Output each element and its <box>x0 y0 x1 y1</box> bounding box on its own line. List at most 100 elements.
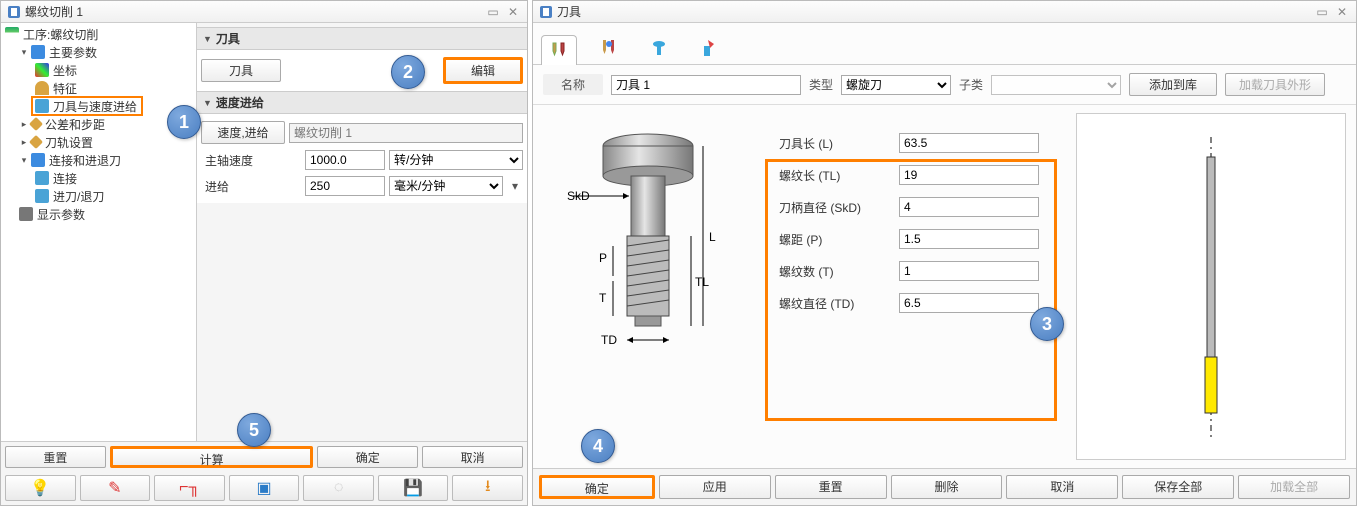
left-footer: 重置 计算 确定 取消 💡 ✎ ⌐╖ ▣ ◌ 💾 ⭳ <box>1 441 527 505</box>
right-title: 刀具 <box>557 3 581 20</box>
param-SkD-label: 刀柄直径 (SkD) <box>779 199 899 216</box>
param-TL-input[interactable] <box>899 165 1039 185</box>
apply-button[interactable]: 应用 <box>659 475 771 499</box>
tree-connect-inout[interactable]: ▾ 连接和进退刀 <box>1 151 196 169</box>
chevron-down-icon[interactable]: ▾ <box>19 155 29 165</box>
tree-toolpath-setup[interactable]: ▸ 刀轨设置 <box>1 133 196 151</box>
dim-L: L <box>709 230 716 244</box>
speedfeed-button[interactable]: 速度,进给 <box>201 121 285 144</box>
load-all-button: 加载全部 <box>1238 475 1350 499</box>
reset-button[interactable]: 重置 <box>775 475 887 499</box>
right-footer: 确定 应用 重置 删除 取消 保存全部 加载全部 <box>533 468 1356 505</box>
tab-assembly[interactable] <box>691 34 727 64</box>
tab-holder[interactable] <box>591 34 627 64</box>
param-P-input[interactable] <box>899 229 1039 249</box>
tab-head[interactable] <box>641 34 677 64</box>
dropdown-btn-icon[interactable]: ▾ <box>507 179 523 193</box>
tree-coord[interactable]: 坐标 <box>1 61 196 79</box>
operation-panel: 螺纹切削 1 ▭ ✕ 工序:螺纹切削 ▾ 主要参数 坐标 特征 <box>0 0 528 506</box>
load-shape-button: 加载刀具外形 <box>1225 73 1325 96</box>
folder-icon <box>31 153 45 167</box>
minimize-icon[interactable]: ▭ <box>1314 5 1330 19</box>
ok-button[interactable]: 确定 <box>539 475 655 499</box>
speedfeed-value <box>289 123 523 143</box>
tool-panel: 刀具 ▭ ✕ 名称 类型 螺旋刀 子类 添加到库 加载刀具外形 <box>532 0 1357 506</box>
chevron-right-icon[interactable]: ▸ <box>19 119 29 129</box>
param-T-input[interactable] <box>899 261 1039 281</box>
tool-preview <box>1076 113 1346 460</box>
delete-button[interactable]: 删除 <box>891 475 1003 499</box>
left-titlebar: 螺纹切削 1 ▭ ✕ <box>1 1 527 23</box>
dim-SkD: SkD <box>567 189 590 203</box>
spindle-unit-select[interactable]: 转/分钟 <box>389 150 523 170</box>
param-TD-input[interactable] <box>899 293 1039 313</box>
calculate-button[interactable]: 计算 <box>110 446 314 468</box>
close-icon[interactable]: ✕ <box>1334 5 1350 19</box>
param-TL-label: 螺纹长 (TL) <box>779 167 899 184</box>
tree-connect[interactable]: 连接 <box>1 169 196 187</box>
section-speedfeed[interactable]: 速度进给 <box>197 91 527 114</box>
feed-label: 进给 <box>201 178 301 195</box>
reset-button[interactable]: 重置 <box>5 446 106 468</box>
toolpath-red-icon[interactable]: ⌐╖ <box>154 475 225 501</box>
feature-icon <box>35 81 49 95</box>
doc-icon <box>5 27 19 41</box>
section-tool[interactable]: 刀具 <box>197 27 527 50</box>
chevron-down-icon[interactable]: ▾ <box>19 47 29 57</box>
tree-display-params[interactable]: 显示参数 <box>1 205 196 223</box>
callout-1: 1 <box>167 105 201 139</box>
dim-TL: TL <box>695 275 709 289</box>
dim-TD: TD <box>601 333 617 347</box>
tree-root[interactable]: 工序:螺纹切削 <box>1 25 196 43</box>
sim-icon[interactable]: ▣ <box>229 475 300 501</box>
dim-P: P <box>599 251 607 265</box>
param-SkD-input[interactable] <box>899 197 1039 217</box>
edit-note-icon[interactable]: ✎ <box>80 475 151 501</box>
hint-icon[interactable]: 💡 <box>5 475 76 501</box>
disabled-icon-1: ◌ <box>303 475 374 501</box>
callout-3: 3 <box>1030 307 1064 341</box>
minimize-icon[interactable]: ▭ <box>485 5 501 19</box>
tree-tool-speed-feed[interactable]: 刀具与速度进给 <box>27 97 192 115</box>
cancel-button[interactable]: 取消 <box>422 446 523 468</box>
spindle-input[interactable] <box>305 150 385 170</box>
close-icon[interactable]: ✕ <box>505 5 521 19</box>
link-icon <box>35 171 49 185</box>
tool-type-select[interactable]: 螺旋刀 <box>841 75 951 95</box>
tool-subtype-select <box>991 75 1121 95</box>
thread-op-icon <box>7 5 21 19</box>
ok-button[interactable]: 确定 <box>317 446 418 468</box>
tree-main-params[interactable]: ▾ 主要参数 <box>1 43 196 61</box>
param-L-label: 刀具长 (L) <box>779 135 899 152</box>
tree-feature[interactable]: 特征 <box>1 79 196 97</box>
diamond-icon <box>29 135 43 149</box>
save-icon[interactable]: 💾 <box>378 475 449 501</box>
feed-unit-select[interactable]: 毫米/分钟 <box>389 176 503 196</box>
export-icon[interactable]: ⭳ <box>452 475 523 501</box>
edit-button[interactable]: 编辑 <box>443 57 523 84</box>
tool-name-input[interactable] <box>611 75 801 95</box>
dim-T: T <box>599 291 607 305</box>
tree-in-out[interactable]: 进刀/退刀 <box>1 187 196 205</box>
name-label: 名称 <box>543 74 603 95</box>
operation-tree: 工序:螺纹切削 ▾ 主要参数 坐标 特征 刀具与速度进给 <box>1 23 197 441</box>
tool-params: 刀具长 (L) 螺纹长 (TL) 刀柄直径 (SkD) 螺距 (P) 螺纹数 (… <box>779 113 1070 460</box>
speedfeed-icon <box>35 99 49 113</box>
param-P-label: 螺距 (P) <box>779 231 899 248</box>
spindle-label: 主轴速度 <box>201 152 301 169</box>
callout-5: 5 <box>237 413 271 447</box>
subtype-label: 子类 <box>959 76 983 93</box>
tool-pair-icon <box>549 41 569 61</box>
save-all-button[interactable]: 保存全部 <box>1122 475 1234 499</box>
type-label: 类型 <box>809 76 833 93</box>
param-L-input[interactable] <box>899 133 1039 153</box>
feed-input[interactable] <box>305 176 385 196</box>
chevron-right-icon[interactable]: ▸ <box>19 137 29 147</box>
callout-2: 2 <box>391 55 425 89</box>
tool-button[interactable]: 刀具 <box>201 59 281 82</box>
add-to-lib-button[interactable]: 添加到库 <box>1129 73 1217 96</box>
param-TD-label: 螺纹直径 (TD) <box>779 295 899 312</box>
cancel-button[interactable]: 取消 <box>1006 475 1118 499</box>
tab-tool-main[interactable] <box>541 35 577 65</box>
right-titlebar: 刀具 ▭ ✕ <box>533 1 1356 23</box>
